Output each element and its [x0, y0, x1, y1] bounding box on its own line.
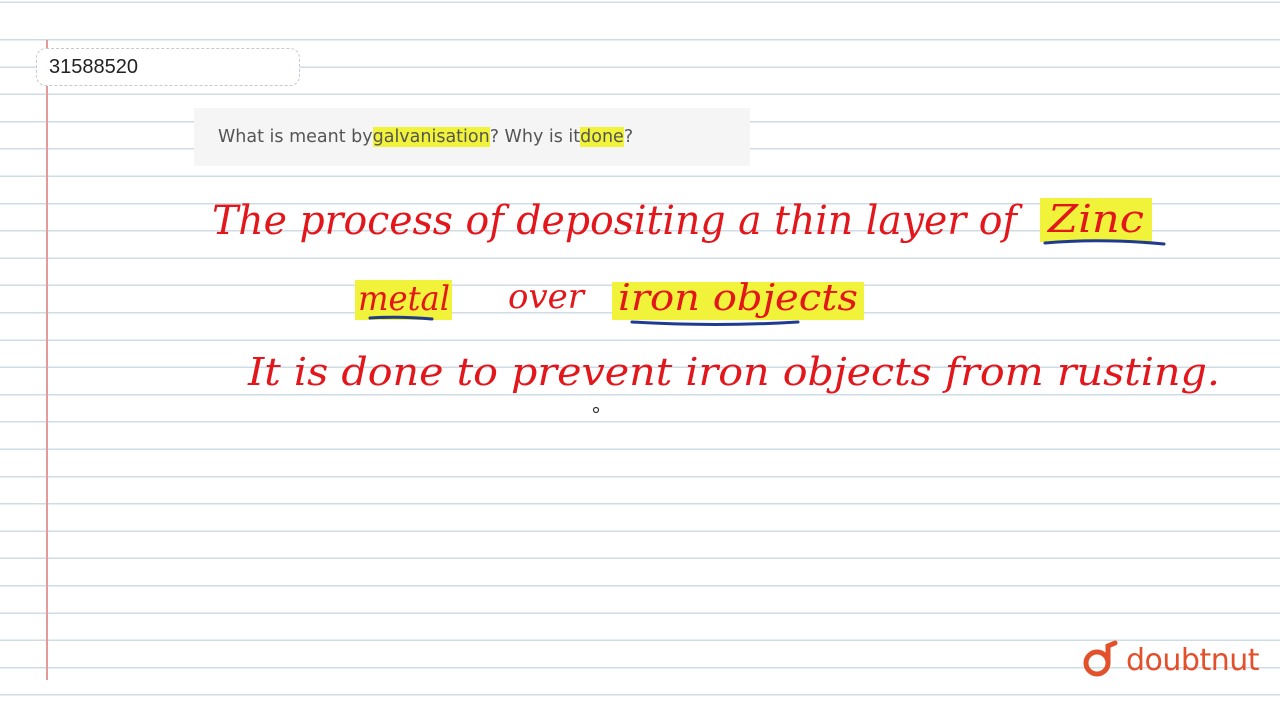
answer-line2-text: over — [508, 277, 586, 317]
handwritten-answer: The process of depositing a thin layer o… — [212, 197, 1220, 414]
underline-metal — [368, 315, 434, 321]
answer-line1-text: The process of depositing a thin layer o… — [212, 198, 1023, 244]
doubtnut-logo: doubtnut — [1080, 640, 1260, 680]
underline-iron-objects — [630, 320, 800, 326]
underline-zinc — [1043, 239, 1166, 246]
logo-text: doubtnut — [1126, 642, 1260, 678]
doubtnut-d-icon — [1083, 640, 1118, 677]
answer-line3-text: It is done to prevent iron objects from … — [247, 350, 1220, 394]
answer-keyword-iron-objects: iron objects — [618, 278, 858, 319]
answer-keyword-metal: metal — [358, 279, 450, 319]
pen-cursor — [592, 406, 600, 414]
answer-keyword-zinc: Zinc — [1047, 197, 1144, 241]
